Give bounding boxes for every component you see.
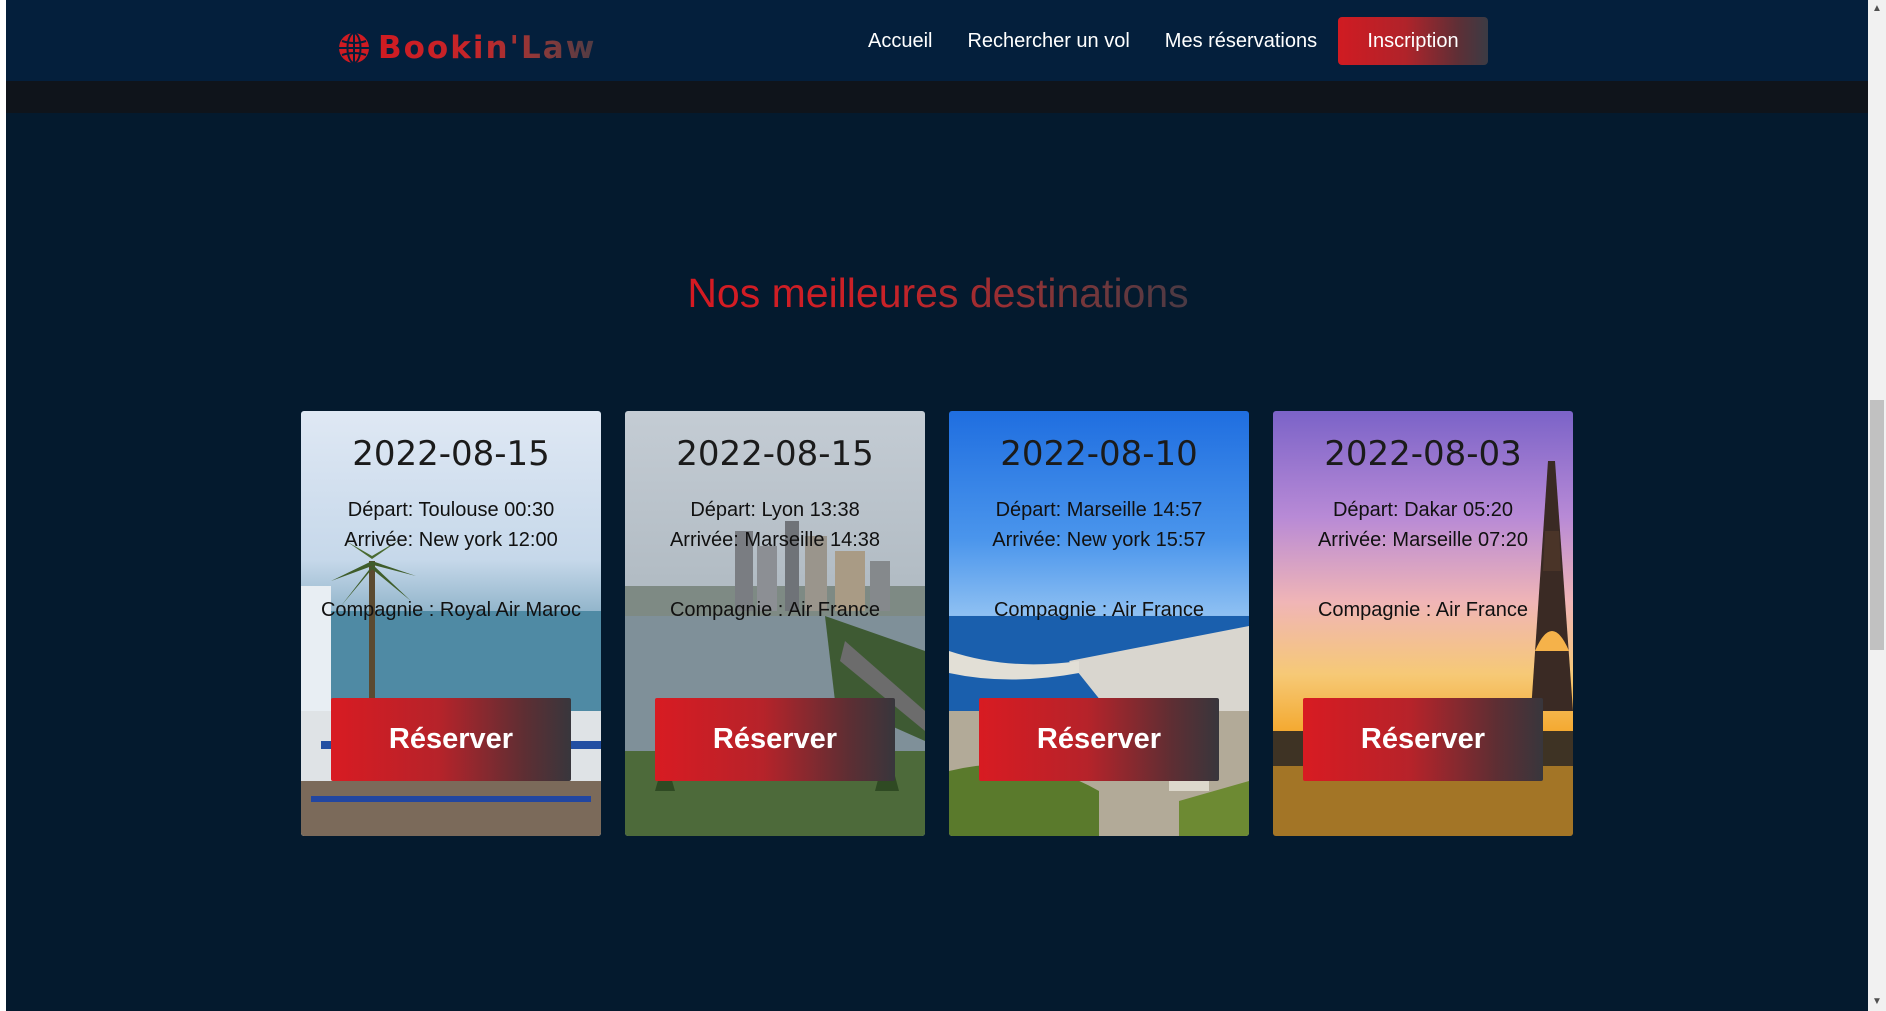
card-departure: Départ: Dakar 05:20 bbox=[1332, 499, 1514, 521]
destination-card: 2022-08-15 Départ: Lyon 13:38 Arrivée: M… bbox=[625, 411, 925, 836]
scrollbar[interactable]: ▲ ▼ bbox=[1868, 0, 1886, 1011]
card-company: Compagnie : Royal Air Maroc bbox=[320, 599, 582, 621]
nav-link-rechercher-vol[interactable]: Rechercher un vol bbox=[967, 22, 1129, 60]
card-arrival: Arrivée: Marseille 07:20 bbox=[1317, 529, 1529, 551]
card-company: Compagnie : Air France bbox=[993, 599, 1205, 621]
card-content: 2022-08-03 Départ: Dakar 05:20 Arrivée: … bbox=[1273, 433, 1573, 625]
scroll-down-arrow-icon[interactable]: ▼ bbox=[1868, 993, 1886, 1011]
navbar-bottom-strip bbox=[6, 81, 1868, 113]
card-content: 2022-08-15 Départ: Toulouse 00:30 Arrivé… bbox=[301, 433, 601, 625]
card-departure: Départ: Lyon 13:38 bbox=[690, 499, 860, 521]
reserve-button[interactable]: Réserver bbox=[979, 698, 1219, 781]
card-date: 2022-08-10 bbox=[1000, 434, 1198, 474]
brand-logo[interactable]: Bookin'Law bbox=[338, 28, 596, 68]
card-date: 2022-08-15 bbox=[676, 434, 874, 474]
card-arrival: Arrivée: New york 12:00 bbox=[344, 529, 558, 551]
destination-card: 2022-08-03 Départ: Dakar 05:20 Arrivée: … bbox=[1273, 411, 1573, 836]
card-company: Compagnie : Air France bbox=[669, 599, 881, 621]
destination-card: 2022-08-10 Départ: Marseille 14:57 Arriv… bbox=[949, 411, 1249, 836]
reserve-button[interactable]: Réserver bbox=[1303, 698, 1543, 781]
destination-card: 2022-08-15 Départ: Toulouse 00:30 Arrivé… bbox=[301, 411, 601, 836]
destination-cards: 2022-08-15 Départ: Toulouse 00:30 Arrivé… bbox=[301, 411, 1573, 836]
nav-link-accueil[interactable]: Accueil bbox=[868, 22, 932, 60]
card-date: 2022-08-03 bbox=[1324, 434, 1522, 474]
card-departure: Départ: Marseille 14:57 bbox=[995, 499, 1203, 521]
reserve-button[interactable]: Réserver bbox=[331, 698, 571, 781]
reserve-button[interactable]: Réserver bbox=[655, 698, 895, 781]
card-arrival: Arrivée: Marseille 14:38 bbox=[669, 529, 881, 551]
page: Bookin'Law Accueil Rechercher un vol Mes… bbox=[0, 0, 1886, 1011]
scroll-up-arrow-icon[interactable]: ▲ bbox=[1868, 0, 1886, 18]
section-title: Nos meilleures destinations bbox=[0, 270, 1876, 317]
card-arrival: Arrivée: New york 15:57 bbox=[992, 529, 1206, 551]
card-departure: Départ: Toulouse 00:30 bbox=[347, 499, 555, 521]
globe-icon bbox=[339, 32, 369, 64]
card-company: Compagnie : Air France bbox=[1317, 599, 1529, 621]
card-content: 2022-08-10 Départ: Marseille 14:57 Arriv… bbox=[949, 433, 1249, 625]
nav-link-mes-reservations[interactable]: Mes réservations bbox=[1165, 22, 1317, 60]
card-date: 2022-08-15 bbox=[352, 434, 550, 474]
section-title-text: Nos meilleures destinations bbox=[687, 270, 1189, 316]
brand-name: Bookin'Law bbox=[378, 30, 597, 66]
nav-links: Accueil Rechercher un vol Mes réservatio… bbox=[868, 22, 1352, 60]
card-content: 2022-08-15 Départ: Lyon 13:38 Arrivée: M… bbox=[625, 433, 925, 625]
inscription-button[interactable]: Inscription bbox=[1338, 17, 1488, 65]
scrollbar-thumb[interactable] bbox=[1870, 400, 1884, 650]
window-edge bbox=[0, 0, 6, 1011]
